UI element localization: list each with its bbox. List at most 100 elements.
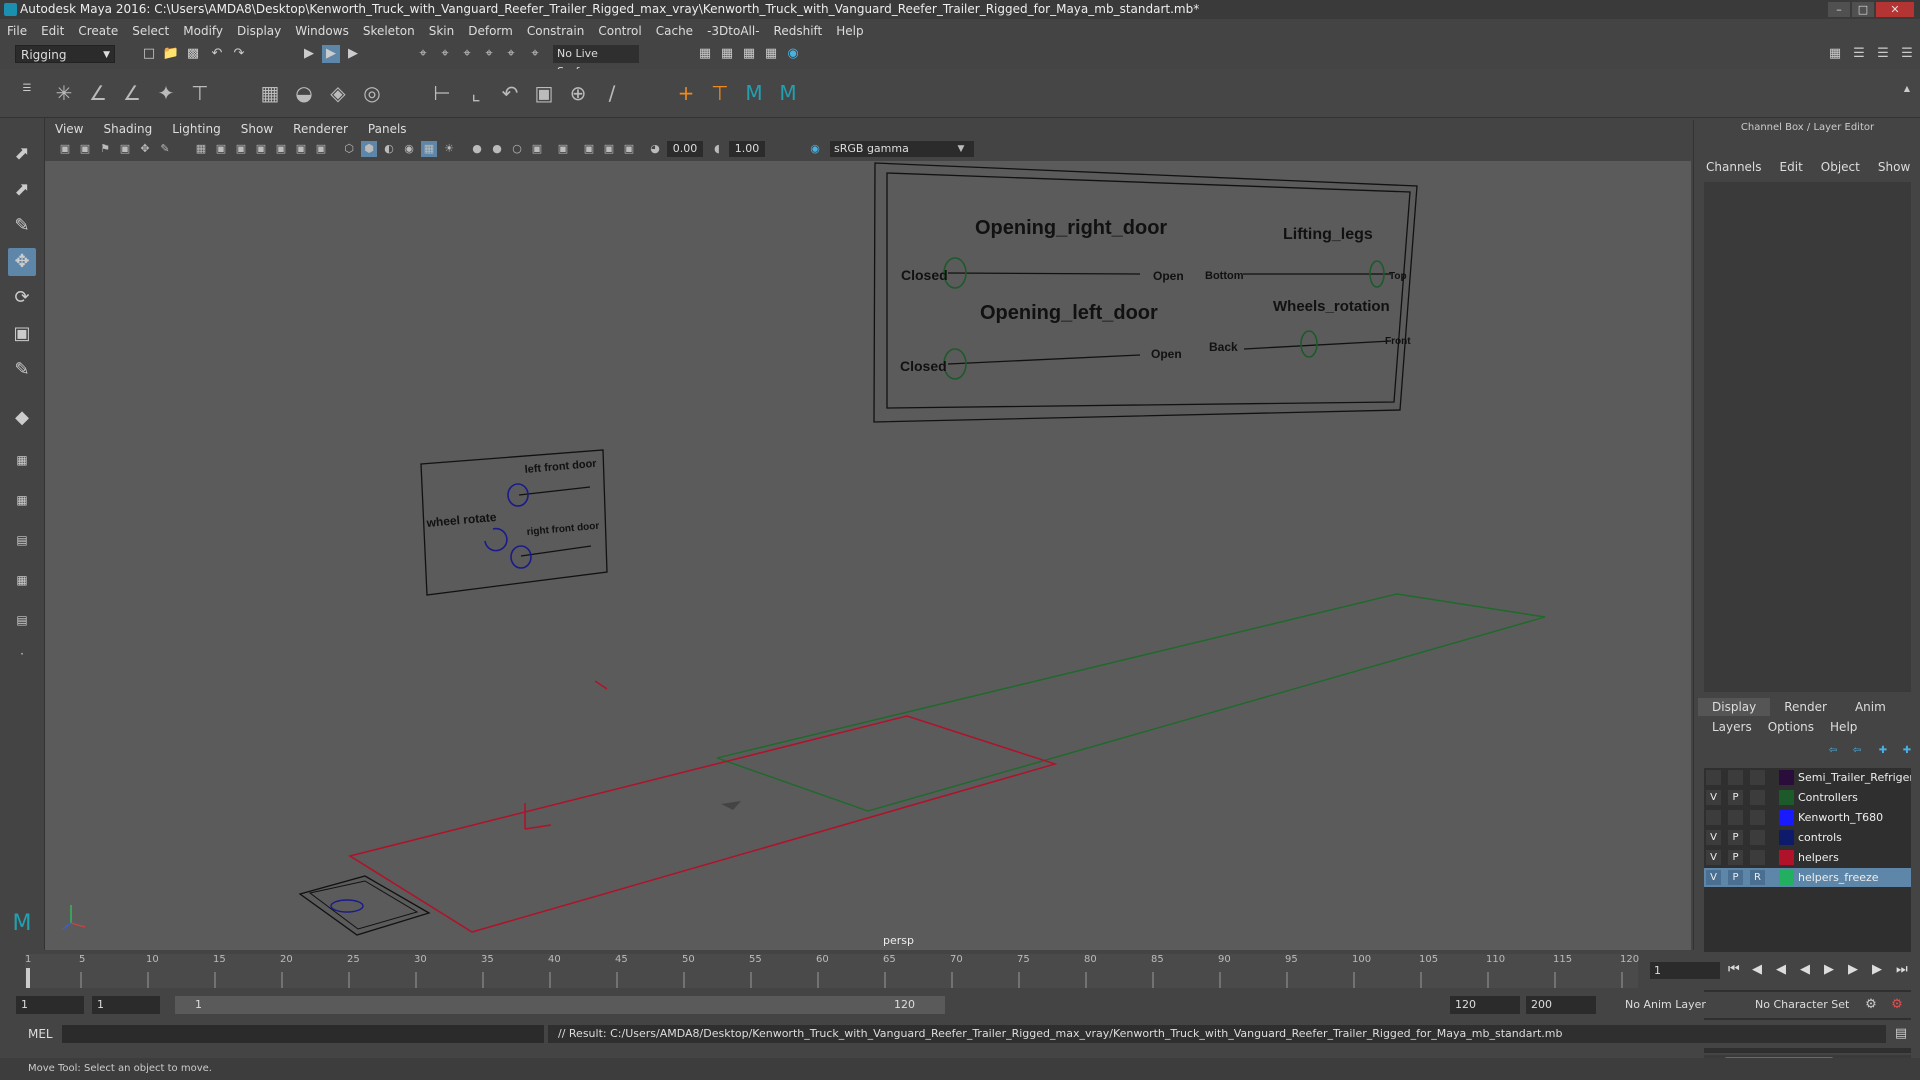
- grease-pencil-icon[interactable]: ✎: [157, 141, 173, 157]
- select-hierarchy-icon[interactable]: ▶: [300, 45, 318, 63]
- preferences-icon[interactable]: ⚙: [1888, 996, 1906, 1014]
- move-layer-up-icon[interactable]: ⇦: [1824, 742, 1842, 760]
- channel-box-icon[interactable]: ☰: [1898, 45, 1916, 63]
- textured-icon[interactable]: ◉: [401, 141, 417, 157]
- command-input[interactable]: [62, 1025, 544, 1043]
- layout-two-icon[interactable]: ▦: [8, 486, 36, 514]
- layer-reference-toggle[interactable]: [1750, 810, 1765, 825]
- undo-icon[interactable]: ↶: [208, 45, 226, 63]
- shadows-icon[interactable]: ☀: [441, 141, 457, 157]
- layer-reference-toggle[interactable]: [1750, 850, 1765, 865]
- gamma-icon[interactable]: ◖: [709, 141, 725, 157]
- safe-title-icon[interactable]: ▣: [313, 141, 329, 157]
- maya-script-2-icon[interactable]: M: [774, 79, 802, 107]
- layer-menu-help[interactable]: Help: [1830, 720, 1857, 734]
- new-layer-selected-icon[interactable]: ✚: [1898, 742, 1916, 760]
- layer-tab-display[interactable]: Display: [1698, 698, 1771, 716]
- scale-constraint-icon[interactable]: ▣: [530, 79, 558, 107]
- sculpt-icon[interactable]: ◎: [358, 79, 386, 107]
- orient-constraint-icon[interactable]: ↶: [496, 79, 524, 107]
- maximize-icon[interactable]: □: [1852, 2, 1874, 17]
- channel-tab-channels[interactable]: Channels: [1706, 160, 1762, 174]
- panel-menu-panels[interactable]: Panels: [358, 122, 417, 136]
- layer-playback-toggle[interactable]: P: [1728, 850, 1743, 865]
- current-frame-field[interactable]: 1: [1650, 962, 1720, 979]
- attribute-editor-icon[interactable]: ☰: [1850, 45, 1868, 63]
- layer-visibility-toggle[interactable]: V: [1706, 850, 1721, 865]
- animation-start-field[interactable]: 1: [16, 996, 84, 1014]
- menu-modify[interactable]: Modify: [176, 24, 230, 38]
- 2d-pan-icon[interactable]: ✥: [137, 141, 153, 157]
- image-plane-icon[interactable]: ▣: [117, 141, 133, 157]
- menu-cache[interactable]: Cache: [649, 24, 700, 38]
- layer-visibility-toggle[interactable]: V: [1706, 870, 1721, 885]
- snap-curve-icon[interactable]: ⌖: [436, 45, 454, 63]
- new-layer-icon[interactable]: ✚: [1874, 742, 1892, 760]
- lattice-icon[interactable]: ◒: [290, 79, 318, 107]
- paint-weights-icon[interactable]: ⊤: [186, 79, 214, 107]
- layer-color-swatch[interactable]: [1779, 850, 1794, 865]
- hypershade-icon[interactable]: ◉: [784, 45, 802, 63]
- panel-menu-show[interactable]: Show: [231, 122, 283, 136]
- snap-point-icon[interactable]: ⌖: [458, 45, 476, 63]
- menu-select[interactable]: Select: [125, 24, 176, 38]
- render-settings-icon[interactable]: ▦: [762, 45, 780, 63]
- paint-select-icon[interactable]: ✎: [8, 212, 36, 240]
- grid-icon[interactable]: ▦: [193, 141, 209, 157]
- animation-end-field[interactable]: 200: [1526, 996, 1596, 1014]
- smooth-shade-icon[interactable]: ⬢: [361, 141, 377, 157]
- field-chart-icon[interactable]: ▣: [273, 141, 289, 157]
- menu-deform[interactable]: Deform: [461, 24, 520, 38]
- panel-menu-renderer[interactable]: Renderer: [283, 122, 358, 136]
- layer-playback-toggle[interactable]: P: [1728, 870, 1743, 885]
- color-management-icon[interactable]: ◉: [807, 141, 823, 157]
- layer-row[interactable]: Kenworth_T680: [1704, 808, 1911, 827]
- exposure-icon[interactable]: ◕: [647, 141, 663, 157]
- use-all-lights-icon[interactable]: ▦: [421, 141, 437, 157]
- modeling-toolkit-icon[interactable]: ▦: [1826, 45, 1844, 63]
- move-tool-icon[interactable]: ✥: [8, 248, 36, 276]
- select-tool-icon[interactable]: ⬈: [8, 140, 36, 168]
- layer-visibility-toggle[interactable]: V: [1706, 830, 1721, 845]
- layer-playback-toggle[interactable]: [1728, 770, 1743, 785]
- menu-skeleton[interactable]: Skeleton: [356, 24, 422, 38]
- playback-end-field[interactable]: 120: [1450, 996, 1520, 1014]
- menu-help[interactable]: Help: [829, 24, 870, 38]
- time-slider-track[interactable]: 1 5 10 15 20 25 30 35 40 45 50 55 60 65 …: [25, 954, 1639, 988]
- anim-layer-dropdown[interactable]: No Anim Layer: [1620, 996, 1740, 1014]
- channel-tab-show[interactable]: Show: [1878, 160, 1910, 174]
- layout-custom-icon[interactable]: ·: [8, 640, 36, 668]
- exposure-field[interactable]: 0.00: [667, 141, 703, 157]
- bookmark-icon[interactable]: ⚑: [97, 141, 113, 157]
- aim-constraint-icon[interactable]: ⌞: [462, 79, 490, 107]
- snap-view-icon[interactable]: ⌖: [480, 45, 498, 63]
- last-tool-icon[interactable]: ✎: [8, 356, 36, 384]
- point-constraint-icon[interactable]: ⊢: [428, 79, 456, 107]
- wireframe-on-shaded-icon[interactable]: ◐: [381, 141, 397, 157]
- play-forwards-icon[interactable]: ▶: [1824, 962, 1834, 977]
- pole-vector-icon[interactable]: ∕: [598, 79, 626, 107]
- channel-box-area[interactable]: [1704, 182, 1911, 692]
- layout-hypershade-icon[interactable]: ▤: [8, 606, 36, 634]
- layout-graph-icon[interactable]: ▦: [8, 566, 36, 594]
- viewport-persp[interactable]: Opening_right_door Lifting_legs Closed O…: [45, 161, 1691, 950]
- menu-edit[interactable]: Edit: [34, 24, 71, 38]
- scale-tool-icon[interactable]: ▣: [8, 320, 36, 348]
- layer-row[interactable]: V P controls: [1704, 828, 1911, 847]
- ambient-occlusion-icon[interactable]: ●: [469, 141, 485, 157]
- script-editor-icon[interactable]: ▤: [1892, 1025, 1910, 1043]
- isolate-select-icon[interactable]: ▣: [555, 141, 571, 157]
- layer-playback-toggle[interactable]: [1728, 810, 1743, 825]
- xray-joints-icon[interactable]: ▣: [601, 141, 617, 157]
- snap-grid-icon[interactable]: ⌖: [414, 45, 432, 63]
- close-icon[interactable]: ✕: [1876, 2, 1914, 17]
- ipr-render-icon[interactable]: ▦: [740, 45, 758, 63]
- panel-menu-shading[interactable]: Shading: [93, 122, 162, 136]
- camera-attributes-icon[interactable]: ▣: [77, 141, 93, 157]
- layer-menu-options[interactable]: Options: [1768, 720, 1814, 734]
- safe-action-icon[interactable]: ▣: [293, 141, 309, 157]
- gate-mask-icon[interactable]: ▣: [253, 141, 269, 157]
- select-component-icon[interactable]: ▶: [344, 45, 362, 63]
- camera-select-icon[interactable]: ▣: [57, 141, 73, 157]
- character-set-dropdown[interactable]: No Character Set: [1750, 996, 1860, 1014]
